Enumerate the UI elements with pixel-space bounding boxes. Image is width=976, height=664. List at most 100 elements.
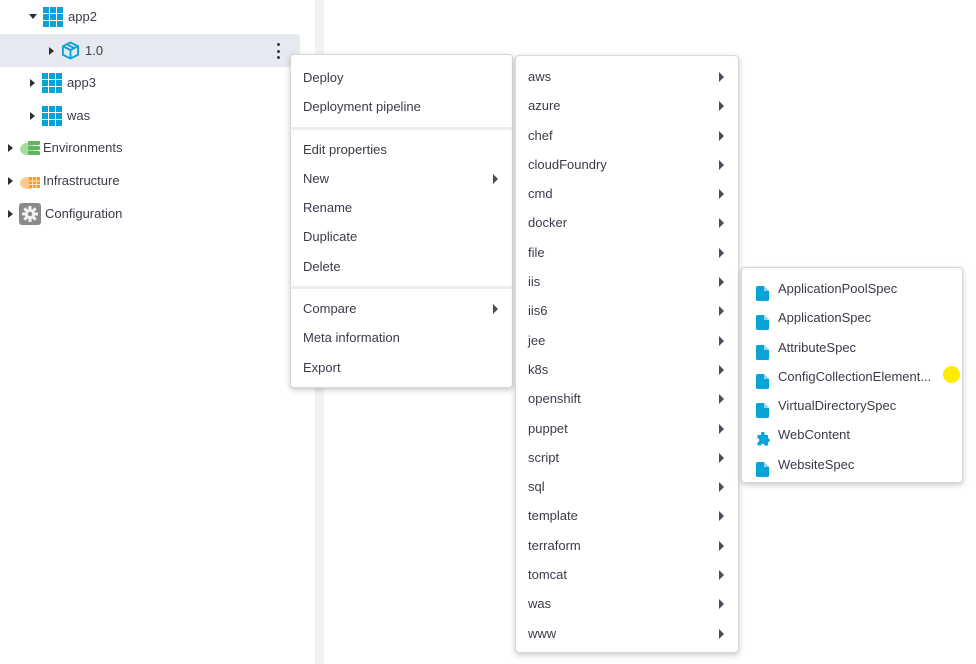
submenu-arrow-icon	[493, 304, 498, 315]
submenu-item-label: file	[528, 244, 545, 260]
submenu-item-label: aws	[528, 69, 552, 84]
menu-item-compare[interactable]: Compare	[291, 294, 512, 323]
menu-item-label: Rename	[303, 200, 353, 216]
tree-item-label: app2	[68, 9, 97, 24]
submenu-item-label: cmd	[528, 186, 553, 202]
menu-item-label: Delete	[303, 258, 341, 274]
iis-submenu-item[interactable]: ConfigCollectionElement...	[742, 362, 962, 391]
menu-item-label: Compare	[303, 301, 357, 317]
tree-item-infrastructure[interactable]: Infrastructure	[0, 164, 300, 197]
submenu-item-label: was	[528, 596, 552, 612]
submenu-arrow-icon	[719, 189, 724, 200]
submenu-item-label: tomcat	[528, 567, 568, 583]
caret-right-icon[interactable]	[49, 46, 54, 55]
submenu-item[interactable]: azure	[516, 91, 738, 120]
submenu-item[interactable]: iis	[516, 267, 738, 296]
menu-item-label: Duplicate	[303, 229, 358, 245]
iis-submenu-item-label: ApplicationSpec	[778, 310, 872, 326]
menu-item-deploy[interactable]: Deploy	[291, 63, 512, 92]
submenu-item[interactable]: k8s	[516, 355, 738, 384]
submenu-item-label: cloudFoundry	[528, 156, 607, 172]
tree-item-was[interactable]: was	[0, 99, 300, 132]
tree-item-app2[interactable]: app2	[0, 0, 300, 33]
application-grid-icon	[42, 105, 62, 126]
iis-submenu-item-label: WebContent	[778, 427, 851, 443]
submenu-item-label: docker	[528, 215, 568, 231]
submenu-item-label: openshift	[528, 391, 581, 407]
submenu-item[interactable]: sql	[516, 472, 738, 501]
submenu-arrow-icon	[719, 599, 724, 610]
iis-submenu-item-label: AttributeSpec	[778, 339, 857, 355]
submenu-item[interactable]: www	[516, 619, 738, 648]
iis-submenu: ApplicationPoolSpec ApplicationSpec Attrib…	[741, 267, 963, 483]
caret-right-icon[interactable]	[30, 78, 35, 87]
tree-item-label: Environments	[43, 140, 123, 155]
iis-submenu-item-label: ApplicationPoolSpec	[778, 281, 898, 296]
caret-down-icon[interactable]	[29, 14, 37, 19]
iis-submenu-item[interactable]: WebsiteSpec	[742, 450, 962, 479]
submenu-item[interactable]: cloudFoundry	[516, 150, 738, 179]
file-icon	[756, 458, 769, 487]
iis-submenu-item[interactable]: WebContent	[742, 420, 962, 449]
application-grid-icon	[43, 6, 63, 27]
caret-right-icon[interactable]	[8, 143, 13, 152]
tree-item-app3[interactable]: app3	[0, 66, 300, 99]
menu-item-export[interactable]: Export	[291, 353, 512, 382]
submenu-item[interactable]: tomcat	[516, 560, 738, 589]
submenu-arrow-icon	[719, 72, 724, 82]
cursor-highlight	[943, 366, 960, 383]
caret-right-icon[interactable]	[8, 209, 13, 218]
submenu-item[interactable]: jee	[516, 326, 738, 355]
menu-item-duplicate[interactable]: Duplicate	[291, 222, 512, 251]
submenu-arrow-icon	[719, 511, 724, 522]
submenu-arrow-icon	[719, 101, 724, 112]
submenu-arrow-icon	[719, 628, 724, 639]
submenu-item[interactable]: cmd	[516, 179, 738, 208]
menu-separator	[291, 286, 512, 290]
submenu-item[interactable]: chef	[516, 121, 738, 150]
iis-submenu-item-label: VirtualDirectorySpec	[778, 398, 897, 414]
submenu-item[interactable]: template	[516, 501, 738, 530]
tree-item-environments[interactable]: Environments	[0, 131, 300, 164]
tree-item-configuration[interactable]: Configuration	[0, 197, 300, 230]
submenu-arrow-icon	[719, 394, 724, 405]
caret-right-icon[interactable]	[8, 176, 13, 185]
submenu-item[interactable]: was	[516, 589, 738, 618]
menu-item-meta-information[interactable]: Meta information	[291, 323, 512, 352]
more-options-icon[interactable]	[276, 43, 280, 59]
submenu-item[interactable]: script	[516, 443, 738, 472]
submenu-item[interactable]: puppet	[516, 414, 738, 443]
menu-item-new[interactable]: New	[291, 164, 512, 193]
submenu-item-label: sql	[528, 479, 545, 495]
submenu-item-label: www	[528, 625, 557, 641]
iis-submenu-item-label: ConfigCollectionElement...	[778, 368, 932, 384]
menu-item-delete[interactable]: Delete	[291, 252, 512, 281]
submenu-item[interactable]: iis6	[516, 296, 738, 325]
iis-submenu-item[interactable]: VirtualDirectorySpec	[742, 391, 962, 420]
menu-item-edit-properties[interactable]: Edit properties	[291, 135, 512, 164]
repository-tree: app2 1.0 app3 was Environments Infrastru…	[0, 0, 315, 664]
tree-item-label: app3	[67, 75, 96, 90]
submenu-arrow-icon	[719, 247, 724, 258]
infrastructure-cloud-icon	[19, 172, 41, 190]
submenu-arrow-icon	[719, 335, 724, 346]
iis-submenu-item[interactable]: ApplicationPoolSpec	[742, 274, 962, 303]
caret-right-icon[interactable]	[30, 111, 35, 120]
menu-item-label: Edit properties	[303, 141, 387, 157]
iis-submenu-item[interactable]: ApplicationSpec	[742, 303, 962, 332]
submenu-item[interactable]: aws	[516, 62, 738, 91]
menu-item-label: New	[303, 170, 330, 186]
submenu-item-label: jee	[528, 332, 546, 348]
submenu-item[interactable]: file	[516, 238, 738, 267]
submenu-item[interactable]: openshift	[516, 384, 738, 413]
menu-item-deployment-pipeline[interactable]: Deployment pipeline	[291, 92, 512, 121]
tree-item-version-1-0[interactable]: 1.0	[0, 34, 300, 67]
tree-item-label: Configuration	[45, 206, 123, 221]
submenu-item[interactable]: docker	[516, 208, 738, 237]
submenu-item-label: chef	[528, 127, 553, 143]
menu-item-rename[interactable]: Rename	[291, 193, 512, 222]
submenu-arrow-icon	[719, 540, 724, 551]
submenu-arrow-icon	[719, 159, 724, 170]
submenu-item[interactable]: terraform	[516, 531, 738, 560]
iis-submenu-item[interactable]: AttributeSpec	[742, 333, 962, 362]
